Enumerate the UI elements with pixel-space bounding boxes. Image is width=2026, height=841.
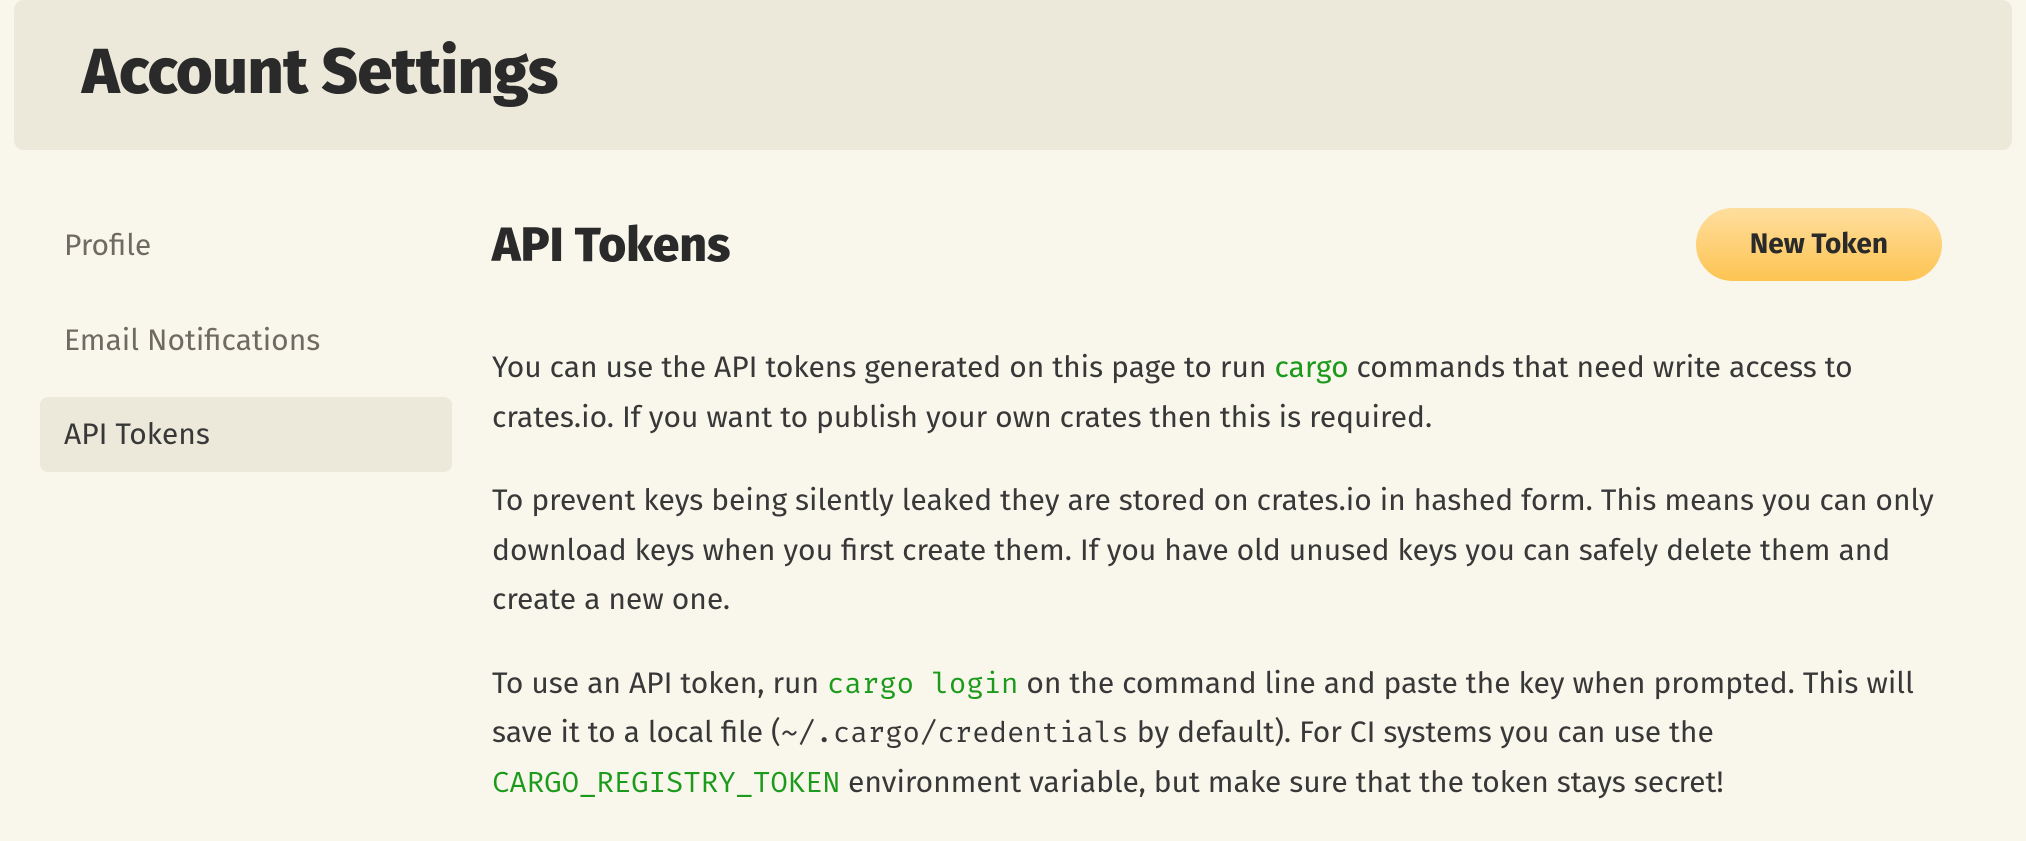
settings-sidebar: Profile Email Notifications API Tokens	[40, 208, 452, 841]
code-cargo-login: cargo login	[827, 666, 1018, 701]
code-credentials-path: ~/.cargo/credentials	[781, 715, 1129, 750]
description: You can use the API tokens generated on …	[492, 343, 1942, 807]
code-env-var: CARGO_REGISTRY_TOKEN	[492, 765, 840, 800]
text: by default). For CI systems you can use …	[1129, 714, 1714, 750]
cargo-link[interactable]: cargo	[1274, 349, 1348, 385]
sidebar-item-profile[interactable]: Profile	[40, 208, 452, 283]
page-title: Account Settings	[82, 34, 1944, 110]
section-title: API Tokens	[492, 216, 730, 274]
text: You can use the API tokens generated on …	[492, 349, 1274, 385]
text: To use an API token, run	[492, 665, 827, 701]
new-token-button[interactable]: New Token	[1696, 208, 1942, 281]
sidebar-item-email-notifications[interactable]: Email Notifications	[40, 303, 452, 378]
main-content: API Tokens New Token You can use the API…	[492, 208, 2012, 841]
text: environment variable, but make sure that…	[840, 764, 1724, 800]
paragraph-3: To use an API token, run cargo login on …	[492, 659, 1942, 808]
page-header: Account Settings	[14, 0, 2012, 150]
paragraph-1: You can use the API tokens generated on …	[492, 343, 1942, 442]
sidebar-item-api-tokens[interactable]: API Tokens	[40, 397, 452, 472]
paragraph-2: To prevent keys being silently leaked th…	[492, 476, 1942, 625]
